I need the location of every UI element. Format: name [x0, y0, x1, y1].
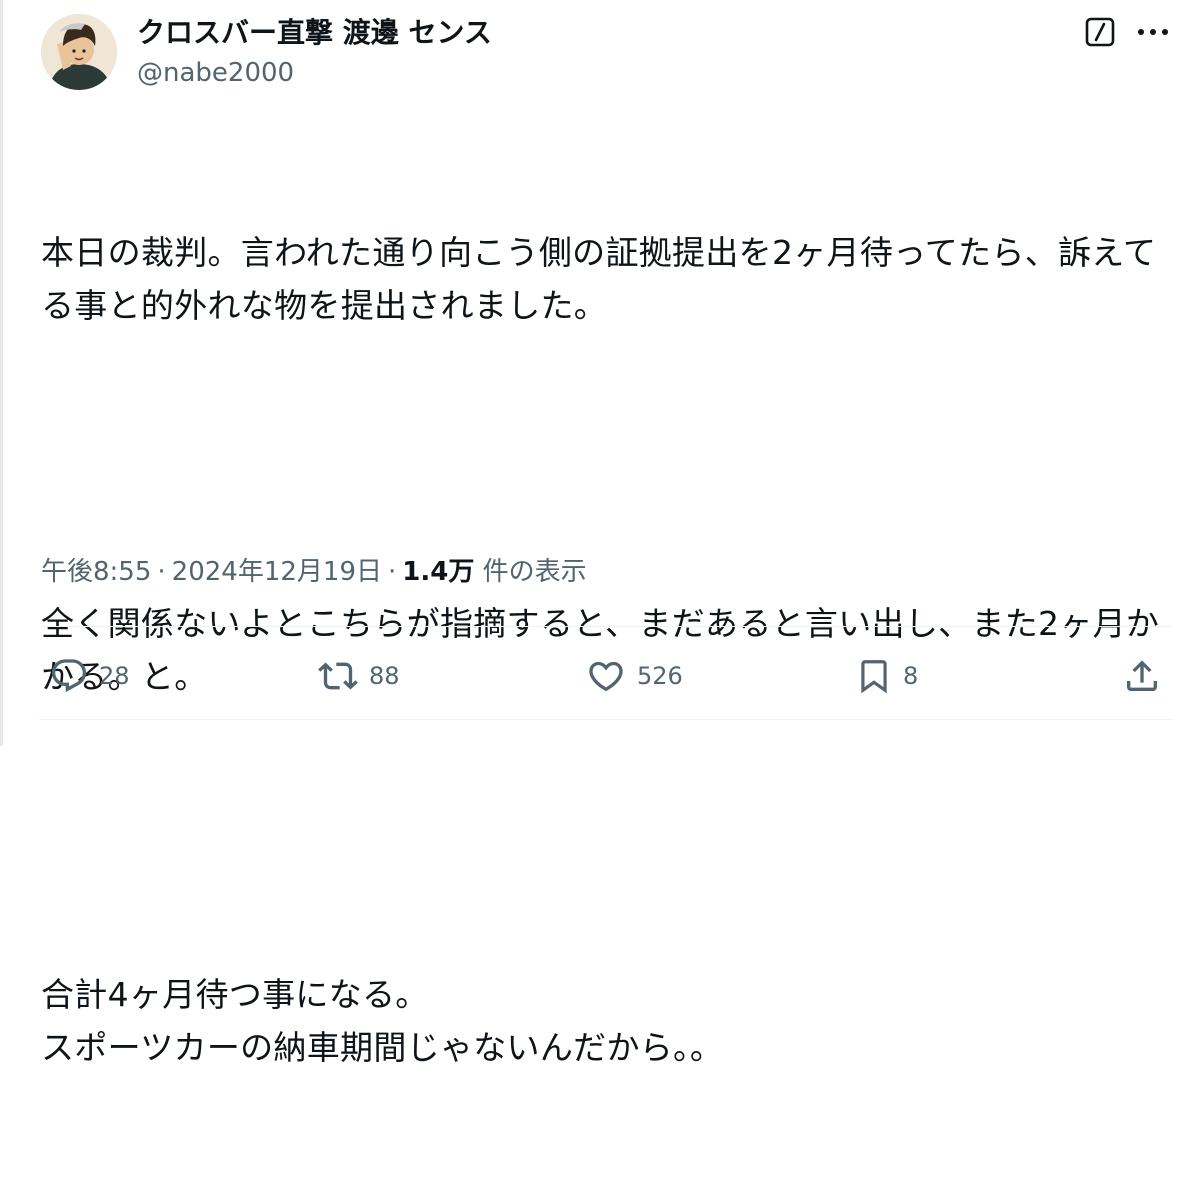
like-button[interactable]: 526	[585, 648, 683, 704]
heart-icon	[589, 661, 623, 692]
share-icon	[1127, 660, 1157, 691]
retweet-button[interactable]: 88	[317, 648, 400, 704]
bookmark-icon	[861, 660, 887, 694]
tweet-card: クロスバー直撃 渡邊 センス @nabe2000 本日の裁判。言われた通り向こう…	[0, 0, 1194, 1067]
like-count: 526	[637, 662, 683, 690]
author-display-name[interactable]: クロスバー直撃 渡邊 センス	[137, 14, 492, 52]
avatar-photo-icon	[41, 14, 117, 90]
share-button[interactable]	[1121, 648, 1163, 704]
action-bar: 28 88 526 8	[3, 648, 1194, 706]
more-options-button[interactable]	[1135, 22, 1171, 42]
reply-count: 28	[99, 662, 130, 690]
tweet-paragraph: 合計4ヶ月待つ事になる。 スポーツカーの納車期間じゃないんだから。。	[41, 975, 724, 1067]
reply-icon	[51, 659, 87, 693]
meta-separator: ·	[388, 557, 397, 587]
bookmark-button[interactable]: 8	[855, 648, 918, 704]
author-handle[interactable]: @nabe2000	[137, 56, 294, 90]
tweet-paragraph: 本日の裁判。言われた通り向こう側の証拠提出を2ヶ月待ってたら、訴えてる事と的外れ…	[41, 233, 1157, 325]
reply-button[interactable]: 28	[49, 648, 130, 704]
divider	[39, 719, 1173, 720]
avatar[interactable]	[41, 14, 117, 90]
divider	[39, 626, 1173, 627]
retweet-icon	[318, 662, 358, 690]
retweet-count: 88	[369, 662, 400, 690]
grok-button[interactable]	[1085, 17, 1115, 47]
more-icon	[1138, 29, 1168, 35]
tweet-time[interactable]: 午後8:55	[41, 557, 151, 587]
views-count[interactable]: 1.4万	[402, 557, 474, 587]
meta-separator: ·	[157, 557, 166, 587]
grok-icon	[1085, 17, 1115, 47]
views-label[interactable]: 件の表示	[483, 557, 587, 587]
tweet-meta: 午後8:55 · 2024年12月19日 · 1.4万 件の表示	[41, 552, 587, 592]
bookmark-count: 8	[903, 662, 919, 690]
tweet-date[interactable]: 2024年12月19日	[172, 557, 382, 587]
